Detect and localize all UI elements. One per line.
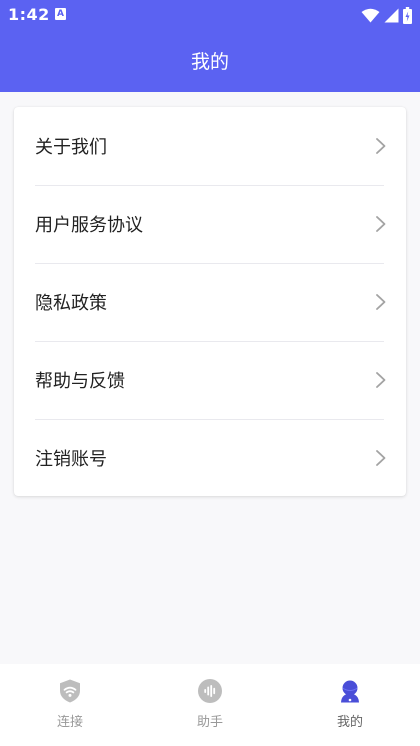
chevron-right-icon (376, 372, 386, 388)
nav-item-connect[interactable]: 连接 (0, 664, 140, 746)
wifi-icon (361, 8, 380, 22)
menu-card: 关于我们 用户服务协议 隐私政策 帮助与反馈 注销账号 (14, 107, 406, 496)
status-bar: 1:42 A (0, 0, 420, 30)
nav-label: 助手 (196, 715, 223, 730)
assistant-voice-icon (198, 679, 222, 703)
chevron-right-icon (376, 450, 386, 466)
menu-item-help-feedback[interactable]: 帮助与反馈 (14, 341, 406, 419)
shield-wifi-icon (60, 679, 80, 703)
menu-item-label: 注销账号 (35, 449, 107, 470)
notification-a-icon: A (55, 8, 66, 20)
nav-item-mine[interactable]: 我的 (280, 664, 420, 746)
status-time: 1:42 (8, 5, 50, 24)
menu-item-about-us[interactable]: 关于我们 (14, 107, 406, 185)
header: 1:42 A 我的 (0, 0, 420, 92)
menu-item-label: 用户服务协议 (35, 215, 143, 236)
menu-item-delete-account[interactable]: 注销账号 (14, 419, 406, 497)
battery-icon (403, 6, 412, 24)
menu-item-label: 关于我们 (35, 137, 107, 158)
menu-item-privacy-policy[interactable]: 隐私政策 (14, 263, 406, 341)
chevron-right-icon (376, 294, 386, 310)
cell-signal-icon (384, 8, 399, 22)
bottom-nav: 连接 助手 我的 (0, 664, 420, 746)
screen: 1:42 A 我的 关于我们 用户服务协议 隐私政策 帮助与反馈 注销账号 连接… (0, 0, 420, 746)
nav-label: 我的 (336, 715, 363, 730)
profile-icon (341, 680, 359, 703)
menu-item-user-agreement[interactable]: 用户服务协议 (14, 185, 406, 263)
status-indicators (361, 6, 412, 24)
nav-label: 连接 (56, 715, 83, 730)
chevron-right-icon (376, 216, 386, 232)
chevron-right-icon (376, 138, 386, 154)
page-title: 我的 (190, 51, 229, 73)
menu-item-label: 帮助与反馈 (35, 371, 125, 392)
menu-item-label: 隐私政策 (35, 293, 107, 314)
nav-item-assistant[interactable]: 助手 (140, 664, 280, 746)
